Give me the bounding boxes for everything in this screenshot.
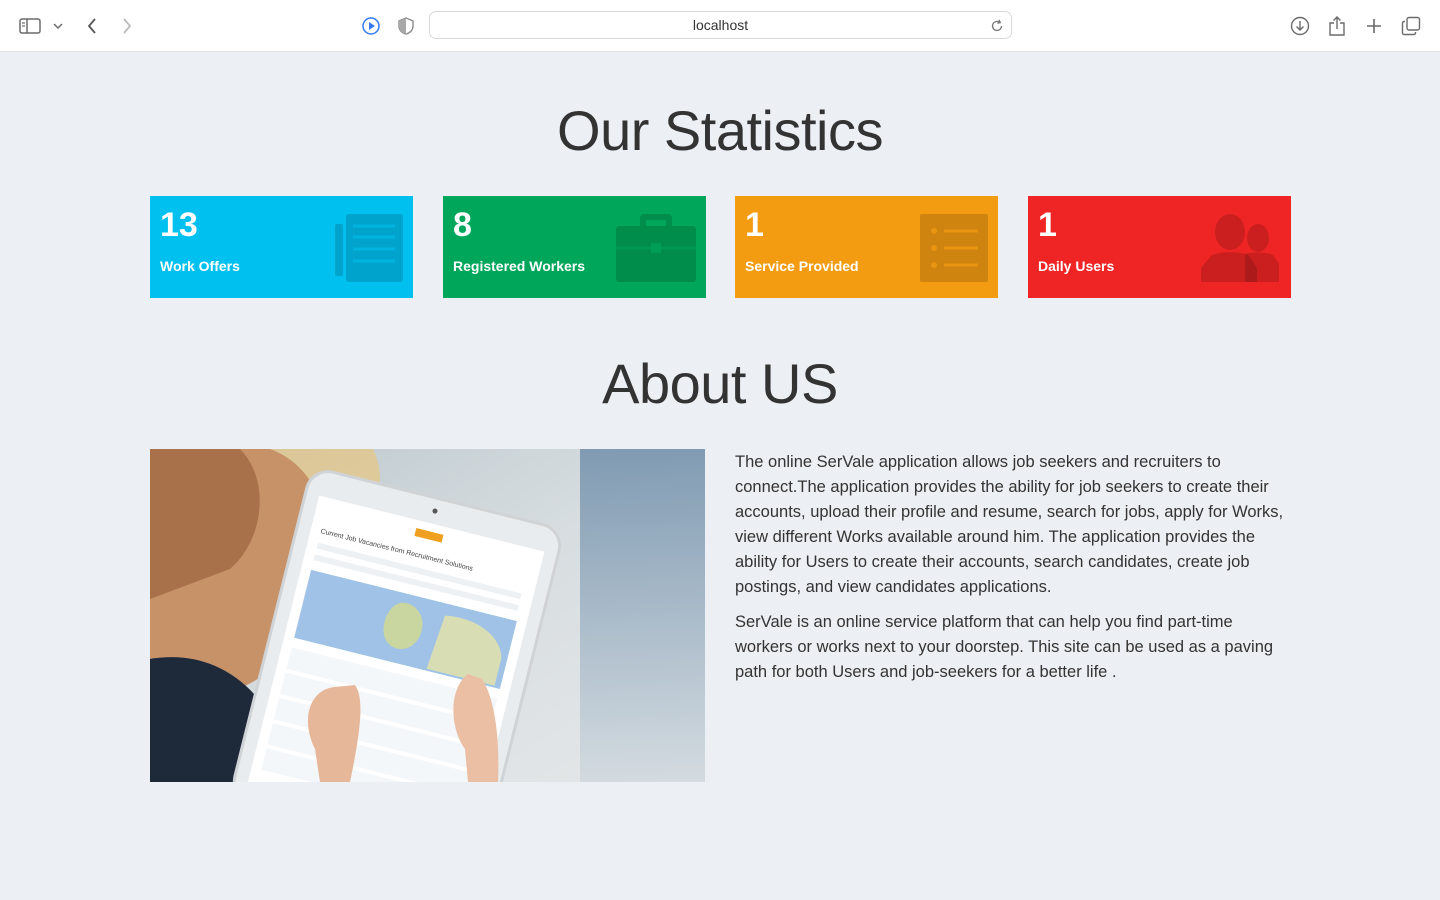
stat-value: 1 bbox=[1038, 206, 1057, 244]
briefcase-icon bbox=[616, 214, 696, 282]
back-icon[interactable] bbox=[80, 14, 104, 38]
stat-card-service-provided[interactable]: 1 Service Provided bbox=[735, 196, 998, 298]
users-icon bbox=[1201, 214, 1281, 282]
media-play-icon[interactable] bbox=[359, 14, 383, 38]
list-icon bbox=[920, 214, 988, 282]
about-paragraph: SerVale is an online service platform th… bbox=[735, 613, 1274, 681]
statistics-heading: Our Statistics bbox=[557, 99, 883, 162]
new-tab-icon[interactable] bbox=[1362, 14, 1386, 38]
download-icon[interactable] bbox=[1288, 14, 1312, 38]
about-photo: Current Job Vacancies from Recruitment S… bbox=[150, 449, 705, 782]
newspaper-icon bbox=[335, 214, 403, 282]
browser-toolbar: localhost bbox=[0, 0, 1440, 52]
about-text: The online SerVale application allows jo… bbox=[735, 450, 1290, 695]
stat-card-work-offers[interactable]: 13 Work Offers bbox=[150, 196, 413, 298]
reload-icon[interactable] bbox=[987, 16, 1007, 36]
stat-label: Daily Users bbox=[1038, 258, 1115, 274]
stat-label: Service Provided bbox=[745, 258, 859, 274]
stat-label: Work Offers bbox=[160, 258, 240, 274]
stat-label: Registered Workers bbox=[453, 258, 586, 274]
url-text: localhost bbox=[692, 17, 749, 33]
stat-value: 8 bbox=[453, 206, 472, 244]
stat-value: 1 bbox=[745, 206, 764, 244]
stat-card-daily-users[interactable]: 1 Daily Users bbox=[1028, 196, 1291, 298]
forward-icon[interactable] bbox=[115, 14, 139, 38]
tab-overview-icon[interactable] bbox=[1399, 14, 1423, 38]
about-heading: About US bbox=[602, 352, 838, 415]
address-bar[interactable]: localhost bbox=[429, 11, 1012, 39]
privacy-shield-icon[interactable] bbox=[394, 14, 418, 38]
stat-card-registered-workers[interactable]: 8 Registered Workers bbox=[443, 196, 706, 298]
share-icon[interactable] bbox=[1325, 14, 1349, 38]
stat-value: 13 bbox=[160, 206, 198, 244]
chevron-down-icon[interactable] bbox=[48, 14, 68, 38]
about-paragraph: The online SerVale application allows jo… bbox=[735, 453, 1284, 596]
sidebar-toggle-icon[interactable] bbox=[18, 14, 42, 38]
